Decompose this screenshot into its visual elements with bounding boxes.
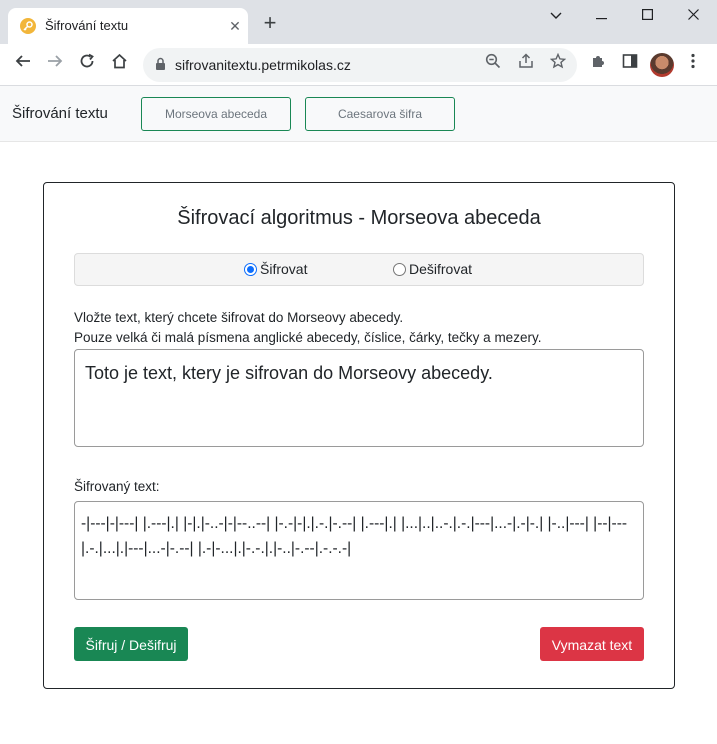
profile-avatar[interactable] (650, 53, 674, 77)
browser-tab-strip: Šifrování textu ✕ + (0, 0, 717, 44)
page-title: Šifrovací algoritmus - Morseova abeceda (177, 207, 541, 229)
address-bar[interactable]: sifrovanitextu.petrmikolas.cz (143, 48, 577, 82)
site-navbar: Šifrování textu Morseova abeceda Caesaro… (0, 86, 717, 142)
maximize-icon (641, 9, 653, 21)
new-tab-button[interactable]: + (258, 12, 282, 36)
window-close-button[interactable] (670, 0, 716, 32)
reload-icon (80, 53, 94, 68)
url-text: sifrovanitextu.petrmikolas.cz (175, 57, 351, 73)
site-brand[interactable]: Šifrování textu (12, 105, 108, 122)
share-icon[interactable] (514, 53, 538, 77)
side-panel-icon[interactable] (618, 53, 642, 77)
radio-encrypt-label: Šifrovat (260, 261, 308, 277)
key-icon (20, 18, 36, 34)
reload-button[interactable] (75, 53, 99, 77)
minimize-icon (595, 18, 607, 20)
maximize-button[interactable] (624, 0, 670, 32)
close-tab-icon[interactable]: ✕ (226, 17, 244, 35)
chevron-down-icon (550, 12, 562, 19)
browser-toolbar: sifrovanitextu.petrmikolas.cz (0, 44, 717, 86)
output-label: Šifrovaný text: (74, 479, 160, 494)
radio-decrypt[interactable]: Dešifrovat (393, 261, 472, 277)
ciphertext-output[interactable]: -|---|-|---| |.---|.| |-|.|-..-|-|--..--… (74, 501, 644, 600)
nav-morse-button[interactable]: Morseova abeceda (141, 97, 291, 131)
encrypt-decrypt-button[interactable]: Šifruj / Dešifruj (74, 627, 188, 661)
browser-tab[interactable]: Šifrování textu ✕ (8, 8, 248, 44)
lock-icon (155, 57, 166, 76)
clear-text-button[interactable]: Vymazat text (540, 627, 644, 661)
input-help-line1: Vložte text, který chcete šifrovat do Mo… (74, 310, 404, 325)
kebab-menu-icon[interactable] (681, 53, 705, 77)
arrow-left-icon (15, 55, 30, 67)
tab-title: Šifrování textu (45, 18, 129, 33)
back-button[interactable] (11, 53, 35, 77)
radio-encrypt-input[interactable] (244, 263, 257, 276)
plaintext-input[interactable]: Toto je text, ktery je sifrovan do Morse… (74, 349, 644, 447)
extensions-puzzle-icon[interactable] (586, 53, 610, 77)
close-icon (687, 9, 699, 20)
arrow-right-icon (48, 55, 63, 67)
bookmark-star-icon[interactable] (546, 52, 570, 77)
radio-decrypt-label: Dešifrovat (409, 261, 473, 277)
mode-selector: Šifrovat Dešifrovat (74, 253, 644, 286)
tab-search-button[interactable] (533, 0, 579, 32)
radio-encrypt[interactable]: Šifrovat (244, 261, 307, 277)
zoom-icon[interactable] (481, 53, 505, 77)
home-button[interactable] (107, 53, 131, 77)
radio-decrypt-input[interactable] (393, 263, 406, 276)
cipher-card: Šifrovací algoritmus - Morseova abeceda … (43, 182, 675, 689)
nav-caesar-button[interactable]: Caesarova šifra (305, 97, 455, 131)
forward-button[interactable] (43, 53, 67, 77)
minimize-button[interactable] (578, 0, 624, 32)
home-icon (111, 53, 127, 69)
input-help-line2: Pouze velká či malá písmena anglické abe… (74, 330, 542, 345)
